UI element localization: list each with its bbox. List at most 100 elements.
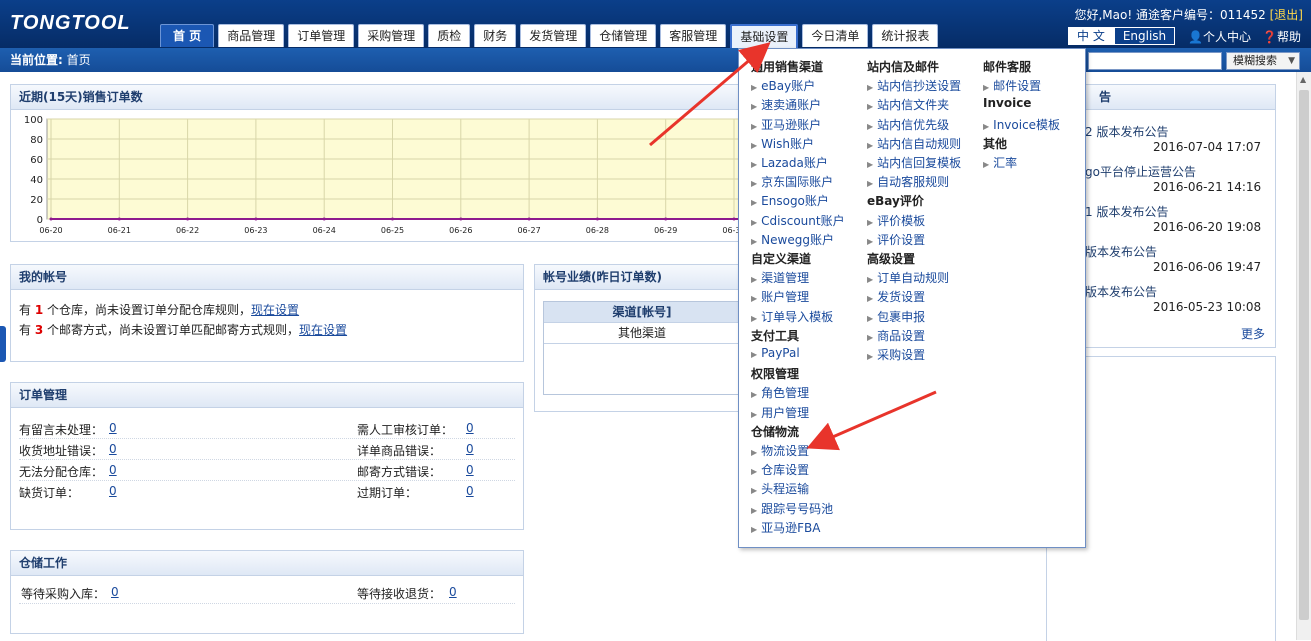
menu-item[interactable]: ▶ 站内信回复模板 <box>867 154 961 171</box>
menu-section-heading: 自定义渠道 <box>751 252 812 266</box>
menu-item[interactable]: ▶ 账户管理 <box>751 288 809 305</box>
set-warehouse-rule-link[interactable]: 现在设置 <box>251 303 299 317</box>
page-scrollbar[interactable]: ▲ <box>1296 72 1311 640</box>
order-stat-value[interactable]: 0 <box>466 463 474 477</box>
menu-item[interactable]: ▶ 头程运输 <box>751 480 809 497</box>
menu-item-label: 包裹申报 <box>877 309 926 324</box>
order-stat-value[interactable]: 0 <box>109 442 117 456</box>
menu-item[interactable]: ▶ 采购设置 <box>867 346 925 363</box>
menu-item[interactable]: ▶ 站内信优先级 <box>867 116 949 133</box>
order-stat-value[interactable]: 0 <box>466 484 474 498</box>
order-stat-value[interactable]: 0 <box>109 463 117 477</box>
menu-item[interactable]: ▶ 订单自动规则 <box>867 269 949 286</box>
announcement-date: 2016-07-04 17:07 <box>1153 140 1262 154</box>
menu-item[interactable]: ▶ 用户管理 <box>751 404 809 421</box>
menu-item[interactable]: ▶ 跟踪号号码池 <box>751 500 833 517</box>
logout-link[interactable]: [退出] <box>1270 8 1303 22</box>
order-stat-label: 邮寄方式错误： <box>357 465 442 479</box>
announcement-title[interactable]: 版本发布公告 <box>1085 283 1157 300</box>
menu-item[interactable]: ▶ 亚马逊FBA <box>751 519 821 536</box>
pending-return-value[interactable]: 0 <box>449 585 457 599</box>
nav-tab-1[interactable]: 商品管理 <box>218 24 285 47</box>
data-point <box>117 217 121 221</box>
announcement-title[interactable]: go平台停止运营公告 <box>1085 163 1196 180</box>
nav-tab-11[interactable]: 统计报表 <box>872 24 939 47</box>
data-point <box>186 217 190 221</box>
menu-item[interactable]: ▶ Ensogo账户 <box>751 192 829 209</box>
nav-tab-6[interactable]: 发货管理 <box>520 24 587 47</box>
search-input[interactable] <box>1088 52 1222 70</box>
menu-item[interactable]: ▶ 评价模板 <box>867 212 925 229</box>
menu-item[interactable]: ▶ 评价设置 <box>867 231 925 248</box>
menu-item[interactable]: ▶ Newegg账户 <box>751 231 834 248</box>
x-tick-label: 06-21 <box>108 226 131 235</box>
chevron-right-icon: ▶ <box>751 294 758 304</box>
sidebar-toggle[interactable] <box>0 326 6 362</box>
order-stat-label: 过期订单： <box>357 486 418 500</box>
nav-tab-8[interactable]: 客服管理 <box>660 24 727 47</box>
menu-item[interactable]: ▶ 订单导入模板 <box>751 308 833 325</box>
nav-tab-2[interactable]: 订单管理 <box>288 24 355 47</box>
x-tick-label: 06-24 <box>313 226 336 235</box>
menu-item[interactable]: ▶ 站内信自动规则 <box>867 135 961 152</box>
menu-item[interactable]: ▶ 速卖通账户 <box>751 96 821 113</box>
menu-item[interactable]: ▶ 包裹申报 <box>867 308 925 325</box>
menu-item[interactable]: ▶ 亚马逊账户 <box>751 116 821 133</box>
announcement-title[interactable]: 1 版本发布公告 <box>1085 203 1168 220</box>
nav-tab-10[interactable]: 今日清单 <box>802 24 869 47</box>
order-stat-value[interactable]: 0 <box>109 484 117 498</box>
help-link[interactable]: ❓帮助 <box>1262 28 1301 45</box>
menu-item[interactable]: ▶ 京东国际账户 <box>751 173 833 190</box>
menu-item-label: Invoice模板 <box>993 117 1061 132</box>
fuzzy-search-button[interactable]: 模糊搜索 ▼ <box>1226 52 1300 70</box>
chevron-down-icon[interactable]: ▼ <box>1288 53 1295 69</box>
nav-tab-0[interactable]: 首 页 <box>160 24 215 47</box>
menu-item[interactable]: ▶ Invoice模板 <box>983 116 1060 133</box>
nav-tab-9[interactable]: 基础设置 <box>730 24 799 48</box>
menu-item[interactable]: ▶ eBay账户 <box>751 77 815 94</box>
menu-item[interactable]: ▶ Cdiscount账户 <box>751 212 845 229</box>
menu-item[interactable]: ▶ 自动客服规则 <box>867 173 949 190</box>
menu-item[interactable]: ▶ 发货设置 <box>867 288 925 305</box>
menu-item-label: 京东国际账户 <box>761 175 834 190</box>
menu-item[interactable]: ▶ PayPal <box>751 346 800 360</box>
more-announcements-link[interactable]: 更多 <box>1241 325 1265 342</box>
lang-chinese-button[interactable]: 中 文 <box>1068 27 1114 45</box>
order-stat-value[interactable]: 0 <box>466 421 474 435</box>
menu-item[interactable]: ▶ 站内信抄送设置 <box>867 77 961 94</box>
menu-item[interactable]: ▶ 仓库设置 <box>751 461 809 478</box>
order-stat-value[interactable]: 0 <box>109 421 117 435</box>
menu-item-label: 站内信文件夹 <box>877 98 950 113</box>
announcement-title[interactable]: 版本发布公告 <box>1085 243 1157 260</box>
lang-english-button[interactable]: English <box>1113 27 1176 45</box>
menu-item[interactable]: ▶ 物流设置 <box>751 442 809 459</box>
set-shipping-rule-link[interactable]: 现在设置 <box>299 323 347 337</box>
menu-item-label: Lazada账户 <box>761 156 828 170</box>
x-tick-label: 06-26 <box>449 226 472 235</box>
nav-tab-3[interactable]: 采购管理 <box>358 24 425 47</box>
announcement-title[interactable]: 2 版本发布公告 <box>1085 123 1168 140</box>
scroll-up-icon[interactable]: ▲ <box>1300 75 1306 84</box>
menu-item[interactable]: ▶ Wish账户 <box>751 135 814 152</box>
nav-tab-4[interactable]: 质检 <box>428 24 471 47</box>
menu-item[interactable]: ▶ 商品设置 <box>867 327 925 344</box>
nav-tab-7[interactable]: 仓储管理 <box>590 24 657 47</box>
order-stat-label: 无法分配仓库： <box>19 465 104 479</box>
order-stat-value[interactable]: 0 <box>466 442 474 456</box>
help-icon: ❓ <box>1262 30 1277 44</box>
pending-purchase-value[interactable]: 0 <box>111 585 119 599</box>
menu-item[interactable]: ▶ Lazada账户 <box>751 154 828 171</box>
scroll-thumb[interactable] <box>1299 90 1309 620</box>
menu-item[interactable]: ▶ 邮件设置 <box>983 77 1041 94</box>
menu-item[interactable]: ▶ 角色管理 <box>751 384 809 401</box>
breadcrumb-current: 首页 <box>66 53 91 67</box>
chevron-right-icon: ▶ <box>751 505 758 515</box>
menu-section-heading: 仓储物流 <box>751 424 800 439</box>
tongtool-logo[interactable]: TONGTOOL <box>10 12 131 35</box>
menu-item[interactable]: ▶ 渠道管理 <box>751 269 809 286</box>
user-center-link[interactable]: 👤个人中心 <box>1188 28 1251 45</box>
nav-tab-5[interactable]: 财务 <box>474 24 517 47</box>
menu-item[interactable]: ▶ 站内信文件夹 <box>867 96 949 113</box>
menu-item[interactable]: ▶ 汇率 <box>983 154 1017 171</box>
menu-item-label: 站内信自动规则 <box>877 136 962 151</box>
